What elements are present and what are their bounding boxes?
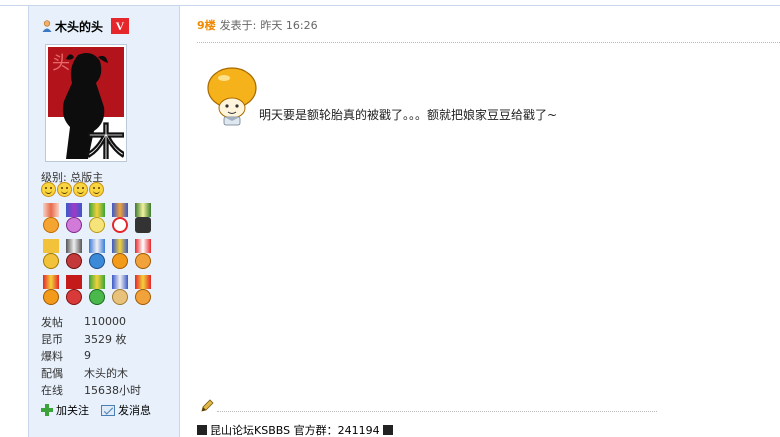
medal-icon[interactable] (87, 275, 107, 308)
medal-icon[interactable] (110, 275, 130, 308)
plus-icon (41, 404, 53, 416)
signature-text: 昆山论坛KSBBS 官方群：241194 (210, 424, 380, 437)
stat-value: 3529 枚 (84, 332, 127, 346)
stat-value: 15638小时 (84, 383, 141, 397)
follow-button[interactable]: 加关注 (41, 402, 89, 418)
stat-row: 配偶 木头的木 (41, 364, 141, 381)
medal-grid (41, 203, 153, 311)
stat-label: 发帖 (41, 315, 63, 329)
avatar[interactable]: 头 木 (45, 44, 127, 168)
medal-icon[interactable] (87, 203, 107, 236)
medal-icon[interactable] (64, 275, 84, 308)
posted-label: 发表于: (219, 19, 257, 32)
svg-text:头: 头 (52, 53, 70, 74)
left-margin (0, 6, 28, 437)
user-stats: 发帖 110000 昆币 3529 枚 爆料 9 配偶 木头的木 在线 1563… (41, 313, 141, 398)
avatar-text: 木 (86, 120, 124, 159)
medal-row (41, 275, 153, 308)
signature: 昆山论坛KSBBS 官方群：241194 (197, 422, 393, 437)
user-sidebar: 木头的头 V 头 木 级别: 总版主 发帖 110000 昆币 3529 枚 爆… (28, 6, 180, 437)
avatar-image: 头 木 (48, 47, 127, 168)
stat-label: 爆料 (41, 349, 63, 363)
smiley-face-icon (41, 182, 56, 197)
pencil-icon (201, 399, 214, 412)
stat-label: 在线 (41, 383, 63, 397)
camera-medal-icon[interactable] (133, 203, 153, 236)
verified-badge: V (111, 18, 130, 34)
stat-value: 110000 (84, 315, 126, 328)
medal-row (41, 239, 153, 272)
medal-icon[interactable] (87, 239, 107, 272)
username[interactable]: 木头的头 (55, 18, 103, 35)
medal-row (41, 203, 153, 236)
smiley-face-icon (57, 182, 72, 197)
stat-row: 昆币 3529 枚 (41, 330, 141, 347)
medal-icon[interactable] (133, 275, 153, 308)
square-bullet-icon (382, 425, 393, 435)
medal-icon[interactable] (41, 239, 61, 272)
post-body: 9楼 发表于: 昨天 16:26 明天要是额轮胎真的被戳了。。。额就把娘家豆豆给… (181, 6, 780, 437)
smiley-face-icon (73, 182, 88, 197)
stat-value: 9 (84, 349, 91, 362)
stat-label: 昆币 (41, 332, 63, 346)
medal-icon[interactable] (133, 239, 153, 272)
posted-time: 昨天 16:26 (260, 19, 318, 32)
floor-number[interactable]: 9楼 (197, 17, 216, 33)
post-header: 9楼 发表于: 昨天 16:26 (197, 17, 318, 33)
user-header: 木头的头 V (42, 17, 130, 35)
mushroom-emoticon-icon (207, 67, 257, 126)
follow-label: 加关注 (56, 404, 89, 417)
medal-icon[interactable] (110, 239, 130, 272)
medal-icon[interactable] (64, 239, 84, 272)
message-icon (101, 404, 115, 416)
medal-icon[interactable] (41, 203, 61, 236)
message-label: 发消息 (118, 404, 151, 417)
medal-icon[interactable] (110, 203, 130, 236)
medal-icon[interactable] (41, 275, 61, 308)
user-actions: 加关注 发消息 (41, 402, 151, 418)
post-content: 明天要是额轮胎真的被戳了。。。额就把娘家豆豆给戳了~ (259, 108, 558, 122)
send-message-button[interactable]: 发消息 (101, 402, 151, 418)
medal-icon[interactable] (64, 203, 84, 236)
stat-row: 爆料 9 (41, 347, 141, 364)
level-faces (41, 182, 104, 197)
stat-row: 发帖 110000 (41, 313, 141, 330)
stat-label: 配偶 (41, 366, 63, 380)
square-bullet-icon (197, 425, 207, 435)
signature-divider (217, 411, 657, 412)
stat-value: 木头的木 (84, 366, 128, 380)
user-icon (42, 20, 52, 32)
smiley-face-icon (89, 182, 104, 197)
header-divider (197, 42, 780, 43)
stat-row: 在线 15638小时 (41, 381, 141, 398)
